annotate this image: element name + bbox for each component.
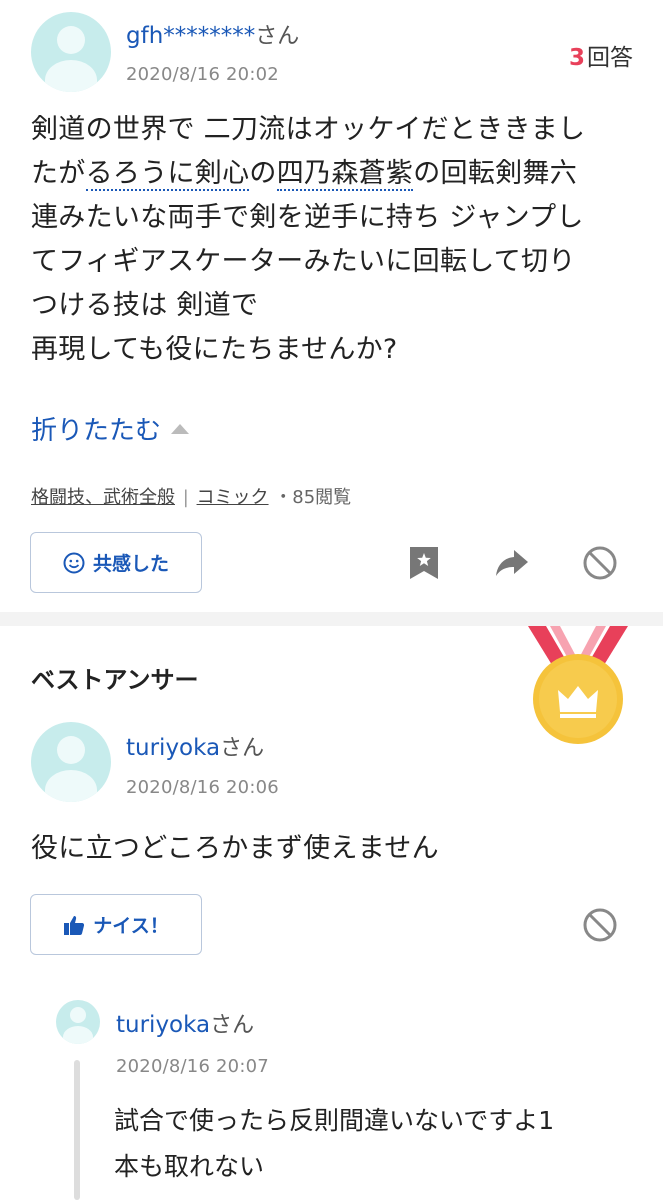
question-user-avatar[interactable] (31, 12, 111, 92)
answer-date: 2020/8/16 20:06 (126, 777, 279, 798)
answer-count[interactable]: 3回答 (569, 38, 633, 72)
nice-button[interactable]: ナイス！ (30, 894, 202, 955)
reply-user-avatar[interactable] (56, 1000, 100, 1044)
category-link-martial-arts[interactable]: 格闘技、武術全般 (31, 487, 175, 508)
question-text-line: つける技は 剣道で (31, 290, 259, 321)
question-text-line: てフィギアスケーターみたいに回転して切り (31, 246, 576, 277)
answer-text: 役に立つどころかまず使えません (31, 833, 439, 864)
keyword-link-rurouni[interactable]: るろうに剣心 (85, 158, 250, 191)
category-row: 格闘技、武術全般 | コミック ・85閲覧 (31, 483, 351, 509)
reply-username[interactable]: turiyoka (116, 1012, 210, 1038)
category-separator: | (182, 487, 189, 508)
answer-username[interactable]: turiyoka (126, 735, 220, 761)
empathy-label: 共感した (92, 553, 169, 575)
answer-honorific: さん (220, 736, 265, 761)
block-icon[interactable] (582, 545, 618, 585)
smile-icon (63, 552, 85, 574)
question-honorific: さん (255, 24, 300, 49)
reply-date: 2020/8/16 20:07 (116, 1056, 269, 1077)
nice-label: ナイス！ (93, 915, 169, 937)
bookmark-icon[interactable] (408, 545, 440, 585)
section-divider (0, 612, 663, 626)
reply-text-line: 試合で使ったら反則間違いないですよ1 (114, 1106, 555, 1135)
question-text: 剣道の世界で 二刀流はオッケイだとききまし たがるろうに剣心の四乃森蒼紫の回転剣… (31, 108, 641, 372)
collapse-label: 折りたたむ (31, 416, 162, 446)
answer-count-number: 3 (568, 45, 585, 71)
question-text-line: 再現しても役にたちませんか? (31, 334, 398, 365)
view-count: ・85閲覧 (274, 487, 352, 508)
collapse-toggle[interactable]: 折りたたむ (31, 410, 190, 447)
reply-text-line: 本も取れない (114, 1152, 265, 1181)
empathy-button[interactable]: 共感した (30, 532, 202, 593)
reply-text: 試合で使ったら反則間違いないですよ1 本も取れない (114, 1098, 554, 1190)
thumbs-up-icon (63, 914, 85, 936)
category-link-comic[interactable]: コミック (197, 487, 269, 508)
best-answer-heading: ベストアンサー (31, 666, 199, 694)
question-username[interactable]: gfh******** (126, 23, 255, 49)
medal-icon (520, 626, 636, 748)
share-icon[interactable] (494, 548, 530, 582)
keyword-link-aoshi[interactable]: 四乃森蒼紫 (276, 158, 414, 191)
reply-thread-line (74, 1060, 80, 1200)
question-text-line: たがるろうに剣心の四乃森蒼紫の回転剣舞六 (31, 158, 578, 191)
answer-count-label: 回答 (587, 45, 633, 71)
question-date: 2020/8/16 20:02 (126, 64, 279, 85)
answer-user-avatar[interactable] (31, 722, 111, 802)
question-text-line: 剣道の世界で 二刀流はオッケイだとききまし (31, 114, 586, 145)
chevron-up-icon (171, 423, 190, 434)
question-text-line: 連みたいな両手で剣を逆手に持ち ジャンプし (31, 202, 584, 233)
reply-honorific: さん (210, 1013, 255, 1038)
block-icon[interactable] (582, 907, 618, 947)
